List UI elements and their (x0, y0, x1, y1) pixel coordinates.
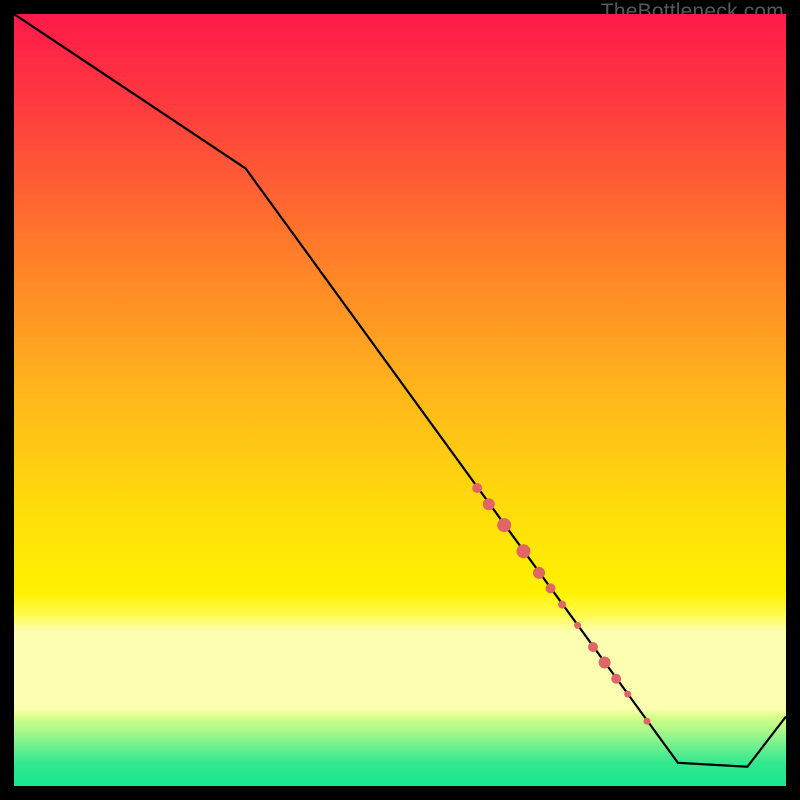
data-dot (558, 601, 566, 609)
data-dot (611, 674, 621, 684)
data-dot (497, 518, 511, 532)
chart-frame: TheBottleneck.com (0, 0, 800, 800)
gradient-background (14, 14, 786, 786)
data-dot (588, 642, 598, 652)
data-dot (483, 498, 495, 510)
data-dot (644, 718, 651, 725)
data-dot (546, 583, 556, 593)
data-dot (517, 544, 531, 558)
data-dot (624, 691, 631, 698)
data-dot (599, 657, 611, 669)
data-dot (472, 483, 482, 493)
data-dot (574, 622, 581, 629)
data-dot (533, 567, 545, 579)
bottleneck-chart (14, 14, 786, 786)
